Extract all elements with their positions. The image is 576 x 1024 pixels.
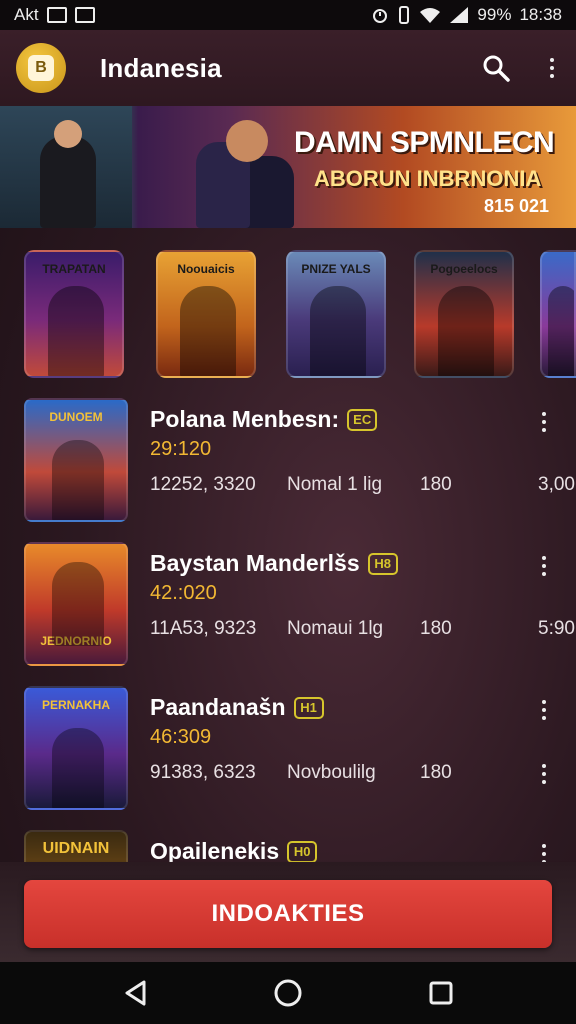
tile-character (48, 286, 104, 376)
banner-code: 815 021 (484, 196, 550, 216)
thumbnail-character (52, 728, 104, 808)
game-title: Baystan Manderlšs (150, 550, 360, 576)
more-vert-icon[interactable] (536, 764, 552, 784)
gallery-icon (74, 7, 95, 23)
game-thumbnail[interactable]: PERNAKHA (24, 686, 128, 810)
notification-icon (46, 7, 67, 23)
game-score: 42.:020 (150, 582, 217, 604)
search-icon[interactable] (482, 54, 510, 82)
game-thumbnail[interactable]: JEDNORNIO (24, 542, 128, 666)
app-logo[interactable]: B (16, 43, 66, 93)
banner-character-left-head (54, 120, 82, 148)
game-stat-extra: 3,00 (538, 474, 575, 495)
banner-character-left (40, 136, 96, 228)
tile-label: PNIZE YALS (301, 262, 371, 276)
signal-icon (450, 7, 469, 23)
featured-game-tile[interactable] (540, 250, 576, 378)
tile-character (548, 286, 574, 376)
game-badge: H8 (367, 552, 398, 575)
recents-square-icon[interactable] (428, 980, 454, 1006)
banner-subheadline: ABORUN INBRNONIA (314, 166, 542, 191)
game-stat-count: 180 (420, 618, 452, 639)
primary-action-button[interactable]: INDOAKTIES (24, 880, 552, 948)
thumbnail-label: UIDNAIN (42, 840, 110, 857)
game-stat-primary: 12252, 3320 (150, 474, 256, 495)
home-circle-icon[interactable] (273, 978, 303, 1008)
more-vert-icon[interactable] (536, 556, 552, 576)
game-stat-primary: 11A53, 9323 (150, 618, 257, 639)
tile-character (310, 286, 366, 376)
thumbnail-label: PERNAKHA (41, 698, 110, 712)
banner-character-right-head (226, 120, 268, 162)
tile-character (180, 286, 236, 376)
game-stat-primary: 91383, 6323 (150, 762, 256, 783)
game-badge: H1 (293, 696, 324, 719)
more-vert-icon[interactable] (544, 58, 560, 78)
alarm-icon (373, 9, 388, 23)
cta-container: INDOAKTIES (0, 862, 576, 962)
list-item[interactable]: JEDNORNIO Baystan Manderlšs H8 42.:020 1… (0, 542, 576, 668)
list-item[interactable]: UIDNAIN Opailenekis H0 (0, 830, 576, 864)
featured-game-tile[interactable]: Noouaicis (156, 250, 256, 378)
game-stat-mode: Novboulilg (287, 762, 376, 783)
page-title: Indanesia (100, 52, 222, 83)
featured-games-row: TRAPATAN Noouaicis PNIZE YALS Pogoeelocs (0, 250, 576, 380)
game-title-row: Paandanašn H1 (150, 694, 324, 721)
app-bar: B Indanesia (0, 30, 576, 106)
tile-character (438, 286, 494, 376)
thumbnail-label: DUNOEM (49, 410, 103, 424)
game-stat-count: 180 (420, 762, 452, 783)
wifi-icon (420, 8, 441, 23)
game-thumbnail[interactable]: DUNOEM (24, 398, 128, 522)
game-title-row: Baystan Manderlšs H8 (150, 550, 398, 577)
thumbnail-character (52, 440, 104, 520)
featured-game-tile[interactable]: TRAPATAN (24, 250, 124, 378)
system-nav-bar (0, 962, 576, 1024)
game-stat-count: 180 (420, 474, 452, 495)
more-vert-icon[interactable] (536, 412, 552, 432)
game-score: 29:120 (150, 438, 212, 460)
game-title-row: Polana Menbesn: EC (150, 406, 378, 433)
banner-headline: DAMN SPMNLECN (294, 126, 555, 159)
logo-letter: B (28, 55, 54, 81)
battery-level: 99% (477, 5, 512, 24)
carrier-label: Akt (14, 5, 39, 24)
clock: 18:38 (519, 5, 562, 24)
game-title: Polana Menbesn: (150, 406, 340, 432)
featured-game-tile[interactable]: Pogoeelocs (414, 250, 514, 378)
game-score: 46:309 (150, 726, 212, 748)
game-badge: EC (347, 408, 378, 431)
tile-label: Pogoeelocs (430, 262, 498, 276)
more-vert-icon[interactable] (536, 700, 552, 720)
game-stat-mode: Nomal 1 lig (287, 474, 383, 495)
list-item[interactable]: DUNOEM Polana Menbesn: EC 29:120 12252, … (0, 398, 576, 524)
status-bar: Akt 99% 18:38 (0, 0, 576, 30)
game-title: Paandanašn (150, 694, 286, 720)
list-item[interactable]: PERNAKHA Paandanašn H1 46:309 91383, 632… (0, 686, 576, 812)
vibrate-icon (399, 6, 410, 24)
game-stat-mode: Nomaui 1lg (287, 618, 384, 639)
back-triangle-icon[interactable] (122, 979, 148, 1007)
game-thumbnail[interactable]: UIDNAIN (24, 830, 128, 864)
thumbnail-character (52, 562, 104, 646)
tile-label: Noouaicis (177, 262, 235, 276)
featured-game-tile[interactable]: PNIZE YALS (286, 250, 386, 378)
game-stat-extra: 5:90 (538, 618, 575, 639)
tile-label: TRAPATAN (42, 262, 106, 276)
